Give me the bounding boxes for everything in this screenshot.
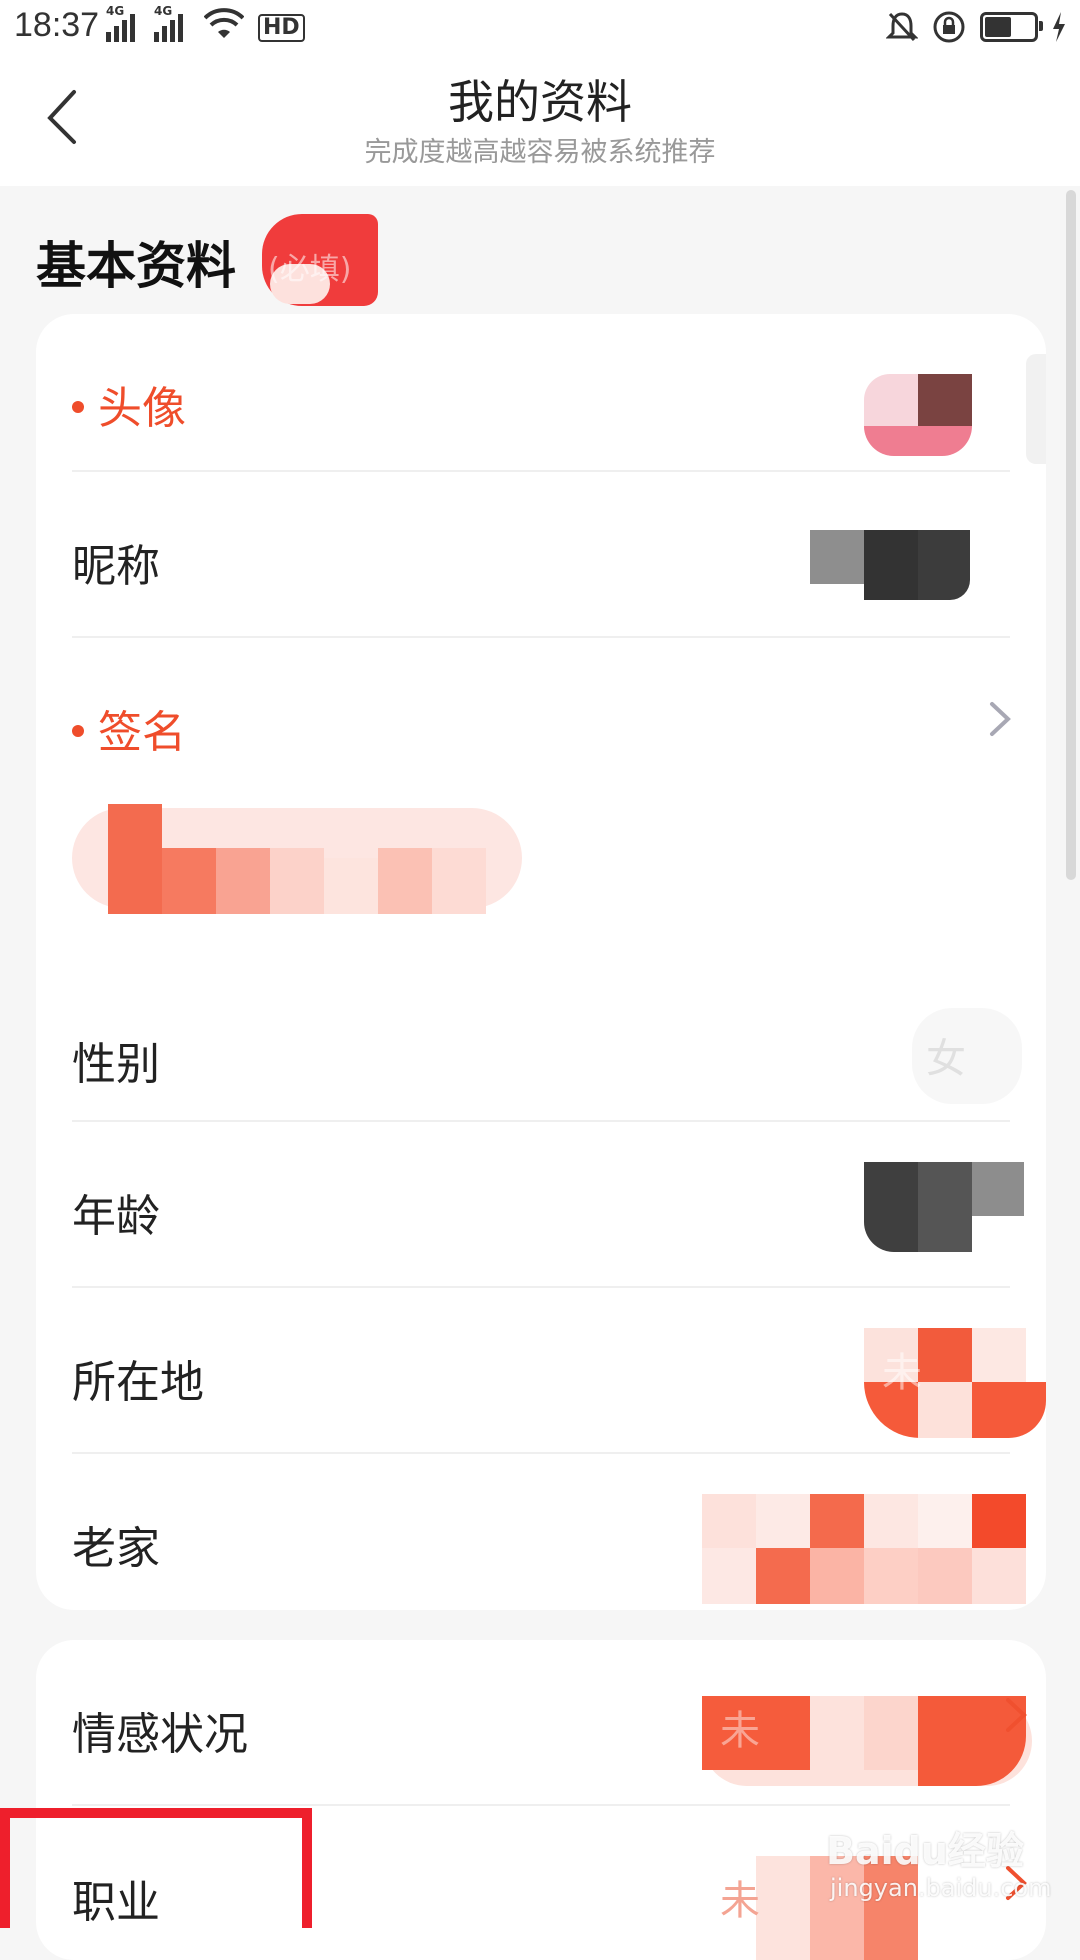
- signal-icon: 4G: [154, 4, 190, 42]
- nickname-value: [810, 530, 970, 600]
- row-signature[interactable]: 签名: [36, 638, 1046, 956]
- charging-icon: [1053, 12, 1065, 42]
- gender-value: 女: [926, 1036, 966, 1082]
- row-label: 签名: [72, 696, 186, 760]
- row-label: 年龄: [72, 1191, 160, 1242]
- watermark-brand: Baidu经验: [826, 1829, 1024, 1873]
- wifi-icon: [204, 8, 244, 38]
- required-badge: (必填): [262, 214, 378, 306]
- relationship-value-text: 未: [720, 1708, 760, 1754]
- row-label: 头像: [72, 372, 186, 436]
- status-right-icons: [886, 10, 1066, 44]
- network-tag: 4G: [154, 4, 173, 18]
- row-relationship[interactable]: 情感状况 未: [36, 1640, 1046, 1806]
- chevron-right-icon: [1006, 1698, 1027, 1732]
- rotation-lock-icon: [933, 11, 965, 43]
- signature-text: [72, 788, 552, 918]
- row-label: 性别: [72, 1039, 160, 1090]
- chevron-right-icon: [990, 702, 1011, 736]
- row-gender[interactable]: 性别 女: [36, 956, 1046, 1122]
- page-title: 我的资料: [448, 75, 632, 129]
- baidu-watermark: Baidu经验 jingyan.baidu.com: [826, 1820, 1056, 1916]
- battery-icon: [980, 12, 1043, 42]
- mute-bell-icon: [886, 12, 918, 42]
- occupation-value-text: 未: [720, 1878, 760, 1924]
- row-label-text: 头像: [98, 383, 186, 434]
- watermark-url: jingyan.baidu.com: [830, 1874, 1052, 1902]
- row-label-text: 签名: [98, 707, 186, 758]
- row-age[interactable]: 年龄: [36, 1122, 1046, 1288]
- section-title-basic: 基本资料: [36, 237, 236, 295]
- signal-icon: 4G: [106, 4, 142, 42]
- row-hometown[interactable]: 老家: [36, 1454, 1046, 1610]
- age-value: [864, 1162, 1024, 1252]
- signal-icons: 4G 4G HD: [106, 4, 305, 42]
- status-time: 18:37: [14, 6, 100, 44]
- row-label: 老家: [72, 1523, 160, 1574]
- row-avatar[interactable]: 头像: [36, 314, 1046, 472]
- network-tag: 4G: [106, 4, 125, 18]
- hometown-value: [702, 1494, 1032, 1604]
- scrollbar[interactable]: [1066, 190, 1076, 880]
- highlight-box: [0, 1808, 312, 1928]
- row-nickname[interactable]: 昵称: [36, 472, 1046, 638]
- basic-info-card: 头像 昵称 签名 性别 女 年龄 所在地 未 老家: [36, 314, 1046, 1610]
- page-subtitle: 完成度越高越容易被系统推荐: [364, 137, 716, 168]
- location-value-text: 未: [882, 1350, 922, 1396]
- hd-icon: HD: [258, 14, 305, 42]
- avatar-thumbnail: [864, 374, 972, 456]
- required-badge-text: (必填): [268, 252, 352, 287]
- row-label: 情感状况: [72, 1709, 248, 1760]
- row-location[interactable]: 所在地 未: [36, 1288, 1046, 1454]
- row-label: 所在地: [72, 1357, 204, 1408]
- required-dot: [72, 401, 84, 413]
- required-dot: [72, 725, 84, 737]
- page-header: 我的资料 完成度越高越容易被系统推荐: [0, 56, 1080, 186]
- row-label: 昵称: [72, 541, 160, 592]
- status-bar: 18:37 4G 4G HD: [0, 0, 1080, 56]
